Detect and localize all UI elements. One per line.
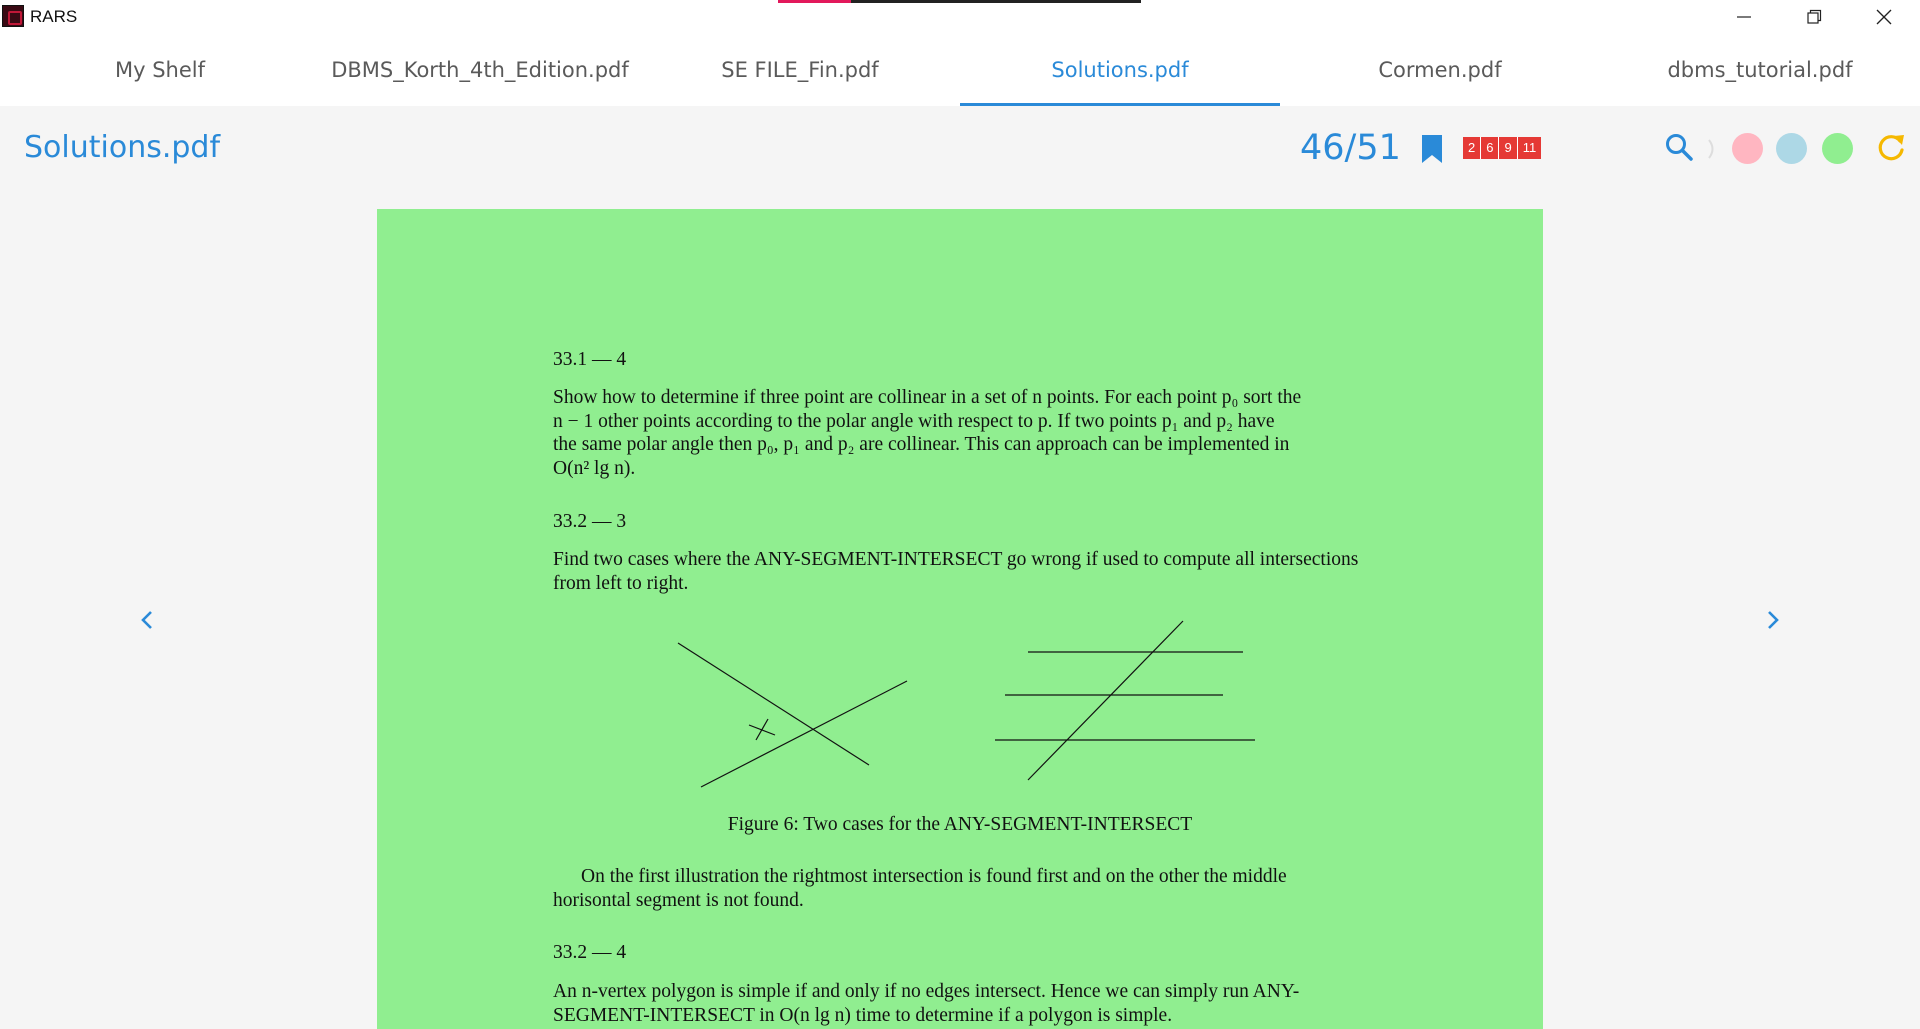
highlight-color-green[interactable]	[1822, 133, 1853, 164]
color-picker-handle[interactable]	[1707, 138, 1717, 160]
close-icon	[1876, 9, 1892, 25]
bookmark-chip[interactable]: 2	[1463, 137, 1482, 159]
tab-se-file[interactable]: SE FILE_Fin.pdf	[640, 34, 960, 106]
segment	[700, 680, 908, 788]
bookmark-chip[interactable]: 6	[1481, 137, 1500, 159]
previous-page-icon[interactable]	[136, 608, 160, 632]
bookmark-chip[interactable]: 11	[1517, 137, 1542, 159]
app-logo-icon	[2, 5, 24, 27]
tab-cormen[interactable]: Cormen.pdf	[1280, 34, 1600, 106]
segment	[755, 718, 769, 741]
text-span: On the first illustration the rightmost …	[581, 866, 1287, 887]
figure-caption: Figure 6: Two cases for the ANY-SEGMENT-…	[727, 814, 1193, 835]
highlight-color-blue[interactable]	[1776, 133, 1807, 164]
highlight-color-pink[interactable]	[1732, 133, 1763, 164]
exercise-heading: 33.2 — 4	[553, 942, 627, 963]
progress-strip-track	[851, 0, 1141, 3]
bookmark-chip[interactable]: 9	[1499, 137, 1518, 159]
tab-my-shelf[interactable]: My Shelf	[0, 34, 320, 106]
figure-case-1	[677, 642, 908, 788]
text-line: On the first illustration the rightmost …	[553, 865, 1383, 889]
tab-solutions[interactable]: Solutions.pdf	[960, 34, 1280, 106]
title-bar: RARS	[0, 0, 1920, 34]
text-line: An n-vertex polygon is simple if and onl…	[553, 981, 1300, 1002]
tab-dbms-korth[interactable]: DBMS_Korth_4th_Edition.pdf	[320, 34, 640, 106]
close-button[interactable]	[1849, 0, 1919, 34]
tab-dbms-tutorial[interactable]: dbms_tutorial.pdf	[1600, 34, 1920, 106]
tab-bar: My Shelf DBMS_Korth_4th_Edition.pdf SE F…	[0, 34, 1920, 106]
text-line: SEGMENT-INTERSECT in O(n lg n) time to d…	[553, 1004, 1173, 1026]
minimize-button[interactable]	[1709, 0, 1779, 34]
bookmark-list: 2 6 9 11	[1463, 137, 1542, 159]
bookmark-icon[interactable]	[1420, 134, 1444, 164]
app-title: RARS	[30, 7, 78, 26]
next-page-icon[interactable]	[1760, 608, 1784, 632]
segment	[677, 642, 870, 766]
paragraph: An n-vertex polygon is simple if and onl…	[553, 980, 1383, 1027]
document-toolbar: Solutions.pdf 46/51 2 6 9 11	[0, 106, 1920, 190]
document-title: Solutions.pdf	[24, 130, 221, 165]
search-icon[interactable]	[1664, 132, 1694, 162]
page-counter[interactable]: 46/51	[1300, 128, 1401, 168]
restore-icon	[1807, 9, 1822, 24]
paragraph: On the first illustration the rightmost …	[553, 865, 1383, 912]
restore-button[interactable]	[1779, 0, 1849, 34]
figure-case-2	[995, 620, 1255, 781]
text-line: horisontal segment is not found.	[553, 889, 804, 911]
segment	[1027, 620, 1184, 781]
refresh-icon[interactable]	[1875, 132, 1907, 164]
minimize-icon	[1737, 16, 1751, 18]
pdf-page: 33.1 — 4 Show how to determine if three …	[377, 209, 1543, 1029]
progress-strip	[778, 0, 851, 3]
